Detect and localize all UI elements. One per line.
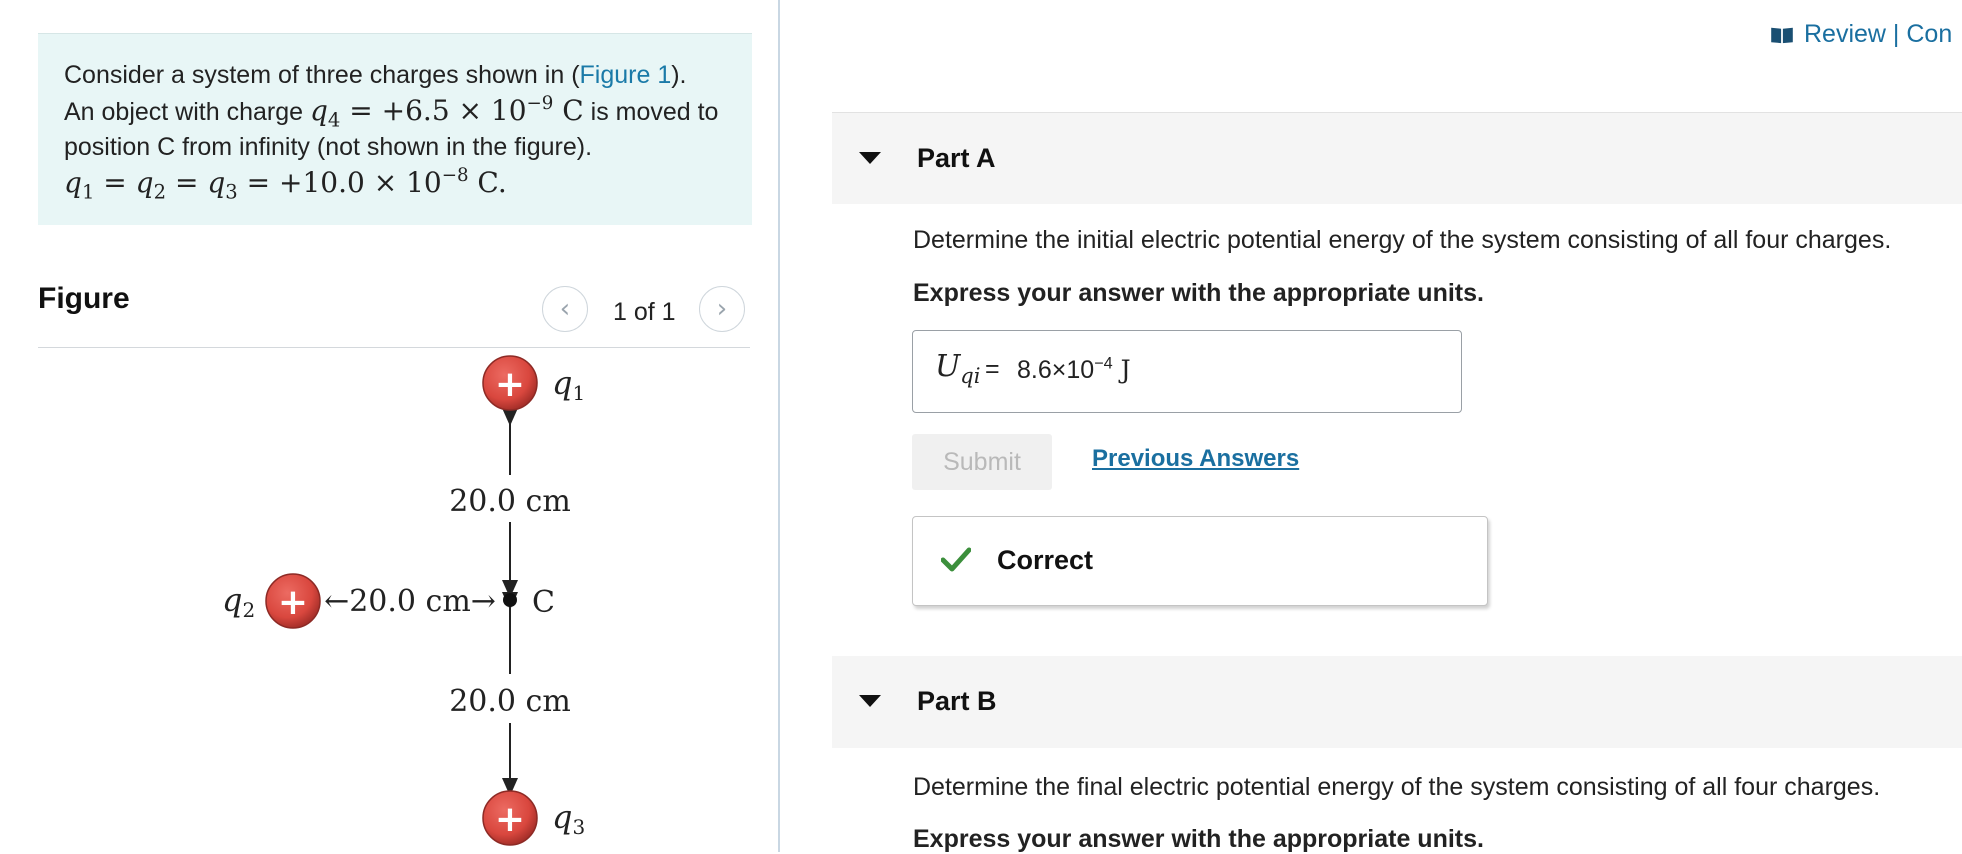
problem-line-2: An object with charge q4 = +6.5 × 10−9 C… xyxy=(64,93,726,130)
figure-divider xyxy=(38,347,750,348)
point-c-label: C xyxy=(532,585,555,620)
problem-text: is moved to xyxy=(583,98,719,126)
part-b-question: Determine the final electric potential e… xyxy=(913,773,1881,801)
answer-field[interactable]: Uqi = 8.6×10−4 J xyxy=(912,330,1462,413)
previous-figure-button[interactable]: ‹ xyxy=(542,286,588,332)
q4-exponent: −9 xyxy=(526,93,554,115)
q2-label-symbol: q xyxy=(222,581,242,619)
figure-heading: Figure xyxy=(38,282,130,315)
figure-pane: Consider a system of three charges shown… xyxy=(0,0,778,852)
book-icon xyxy=(1771,27,1793,43)
answer-mantissa: 8.6×10 xyxy=(1017,356,1095,384)
q1-symbol: q xyxy=(64,166,82,199)
answer-equals: = xyxy=(985,355,1000,383)
review-constants-link[interactable]: Review | Con xyxy=(1770,20,1952,49)
figure-counter: 1 of 1 xyxy=(613,298,676,326)
charge-q1: + q1 xyxy=(482,355,585,411)
caret-down-icon xyxy=(859,152,881,164)
answer-variable: Uqi xyxy=(935,349,980,387)
charge-value: = +10.0 × 10 xyxy=(237,166,442,199)
equals-sign: = xyxy=(94,166,136,199)
chevron-right-icon: › xyxy=(716,294,728,324)
part-a-instruction: Express your answer with the appropriate… xyxy=(913,279,1484,307)
submit-button[interactable]: Submit xyxy=(912,434,1052,490)
problem-text: Consider a system of three charges shown… xyxy=(64,61,580,89)
feedback-text: Correct xyxy=(997,545,1094,575)
next-figure-button[interactable]: › xyxy=(699,286,745,332)
q1-label-subscript: 1 xyxy=(572,381,585,405)
charge-unit: C. xyxy=(468,166,507,199)
q2-subscript: 2 xyxy=(153,180,167,204)
charge-q2: q2 + xyxy=(222,573,321,629)
part-a-title: Part A xyxy=(917,143,996,173)
q4-symbol: q xyxy=(309,94,328,127)
problem-line-1: Consider a system of three charges shown… xyxy=(64,58,726,93)
answer-unit: J xyxy=(1112,355,1131,384)
pane-divider xyxy=(778,0,780,852)
chevron-left-icon: ‹ xyxy=(559,294,571,324)
problem-statement: Consider a system of three charges shown… xyxy=(38,33,752,225)
q4-subscript: 4 xyxy=(327,108,341,132)
q2-symbol: q xyxy=(135,166,154,199)
q1-label-symbol: q xyxy=(552,364,572,402)
answer-variable-symbol: U xyxy=(935,349,961,384)
problem-line-3: position C from infinity (not shown in t… xyxy=(64,133,593,161)
problem-text: ). xyxy=(671,61,687,89)
checkmark-icon xyxy=(941,547,971,572)
charge-equation: q1 = q2 = q3 = +10.0 × 10−8 C. xyxy=(64,165,726,202)
charge-diagram: C 20.0 cm ←20.0 cm→ 20.0 cm + q1 q2 + + … xyxy=(222,355,585,846)
q3-label: q3 xyxy=(552,798,585,839)
previous-answers-link[interactable]: Previous Answers xyxy=(1092,445,1299,473)
q1-label: q1 xyxy=(552,364,585,405)
plus-icon: + xyxy=(495,799,525,840)
figure-link[interactable]: Figure 1 xyxy=(580,61,672,89)
q4-expression: q4 = +6.5 × 10−9 C xyxy=(309,93,584,130)
equals-sign: = xyxy=(166,166,208,199)
caret-down-icon xyxy=(859,695,881,707)
review-link-label: Review | Con xyxy=(1804,20,1953,48)
distance-top-label: 20.0 cm xyxy=(449,484,571,519)
answer-exponent: −4 xyxy=(1094,354,1113,373)
part-a-header[interactable]: Part A xyxy=(832,112,1962,204)
point-c-marker xyxy=(503,593,517,607)
q1-subscript: 1 xyxy=(81,180,95,204)
part-a-question: Determine the initial electric potential… xyxy=(913,226,1892,254)
distance-left-label: ←20.0 cm→ xyxy=(324,584,496,619)
distance-bottom-label: 20.0 cm xyxy=(449,684,571,719)
feedback-box: Correct xyxy=(912,516,1488,606)
q3-subscript: 3 xyxy=(225,180,238,204)
part-b-instruction: Express your answer with the appropriate… xyxy=(913,825,1484,853)
q2-label-subscript: 2 xyxy=(242,598,255,622)
q4-value: = +6.5 × 10 xyxy=(340,94,527,127)
charge-exponent: −8 xyxy=(441,165,469,187)
answer-variable-subscript: qi xyxy=(960,364,981,388)
q3-label-subscript: 3 xyxy=(572,815,585,839)
part-b-header[interactable]: Part B xyxy=(832,656,1962,748)
q4-unit: C xyxy=(553,94,584,127)
q3-label-symbol: q xyxy=(552,798,572,836)
q3-symbol: q xyxy=(207,166,226,199)
plus-icon: + xyxy=(278,582,308,623)
plus-icon: + xyxy=(495,364,525,405)
q2-label: q2 xyxy=(222,581,255,622)
problem-text: An object with charge xyxy=(64,98,310,126)
charge-q3: + q3 xyxy=(482,790,585,846)
part-b-title: Part B xyxy=(917,686,997,716)
answer-value: 8.6×10−4 J xyxy=(1017,355,1131,385)
